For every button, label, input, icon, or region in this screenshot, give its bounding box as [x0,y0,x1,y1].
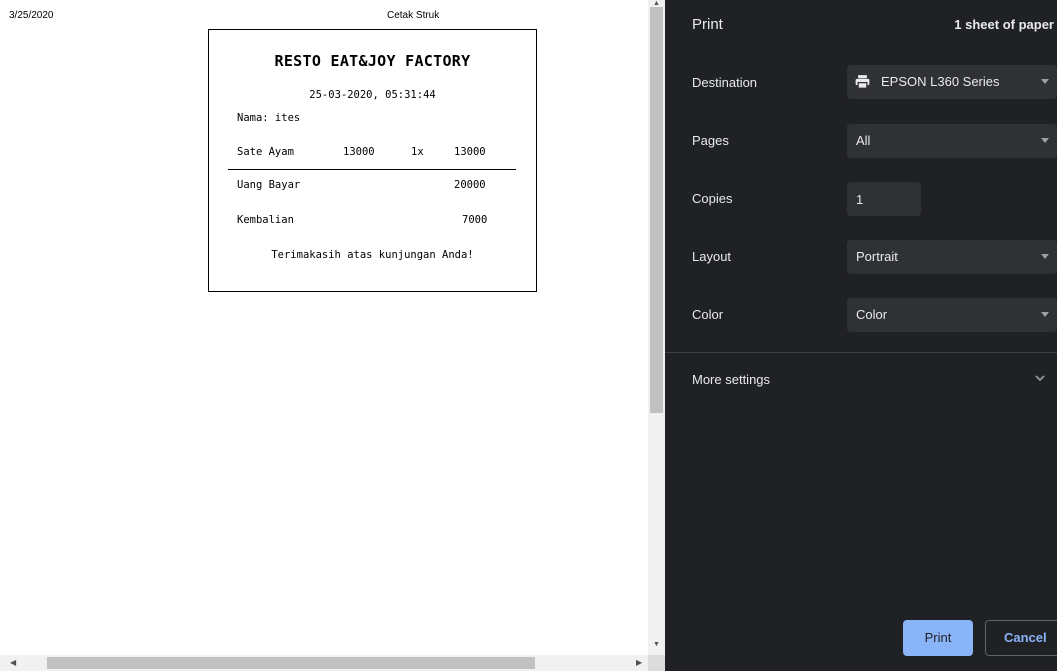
change-value: 7000 [462,214,488,226]
item-total: 13000 [454,146,486,158]
destination-label: Destination [692,75,758,90]
scroll-down-arrow-icon[interactable]: ▼ [653,641,660,648]
item-name: Sate Ayam [237,146,294,158]
color-value: Color [856,307,888,322]
receipt-footer: Terimakasih atas kunjungan Anda! [271,249,474,261]
printer-icon [855,75,870,89]
copies-input[interactable] [847,182,921,216]
pages-value: All [856,133,871,148]
paid-value: 20000 [454,179,486,191]
receipt-change-row: Kembalian 7000 [237,214,516,228]
panel-divider [665,352,1057,353]
cancel-button[interactable]: Cancel [985,620,1057,656]
item-price: 13000 [343,146,375,158]
sheet-count: 1 sheet of paper [954,17,1054,32]
print-settings-panel: Print 1 sheet of paper Destination EPSON… [665,0,1057,671]
scroll-right-arrow-icon[interactable]: ▶ [636,658,642,667]
scroll-left-arrow-icon[interactable]: ◀ [10,658,16,667]
more-settings-toggle[interactable]: More settings [665,362,1057,398]
vertical-scrollbar[interactable]: ▲ ▼ [648,0,665,655]
receipt-paid-row: Uang Bayar 20000 [237,179,516,193]
receipt: RESTO EAT&JOY FACTORY 25-03-2020, 05:31:… [208,29,537,292]
paid-label: Uang Bayar [237,179,301,191]
receipt-item-row: Sate Ayam 13000 1x 13000 [237,146,516,160]
chevron-down-icon [1041,138,1049,143]
pages-label: Pages [692,133,729,148]
chevron-down-icon [1041,254,1049,259]
receipt-divider [228,169,516,170]
print-preview: 3/25/2020 Cetak Struk RESTO EAT&JOY FACT… [0,0,648,655]
pages-select[interactable]: All [847,124,1057,158]
color-select[interactable]: Color [847,298,1057,332]
page-header-title: Cetak Struk [387,10,440,21]
more-settings-label: More settings [692,372,771,387]
scrollbar-corner [648,655,665,671]
page-header-date: 3/25/2020 [9,10,54,21]
receipt-title: RESTO EAT&JOY FACTORY [274,52,471,70]
layout-value: Portrait [856,249,898,264]
destination-value: EPSON L360 Series [881,74,1000,89]
receipt-customer: Nama: ites [237,112,301,124]
chevron-down-icon [1041,312,1049,317]
copies-label: Copies [692,191,733,206]
destination-select[interactable]: EPSON L360 Series [847,65,1057,99]
chevron-down-icon [1041,79,1049,84]
change-label: Kembalian [237,214,294,226]
layout-label: Layout [692,249,732,264]
layout-select[interactable]: Portrait [847,240,1057,274]
horizontal-scroll-thumb[interactable] [47,657,535,669]
copies-field[interactable] [847,182,921,216]
horizontal-scrollbar[interactable]: ◀ ▶ [0,655,648,671]
item-qty: 1x [411,146,424,158]
color-label: Color [692,307,724,322]
vertical-scroll-thumb[interactable] [650,7,663,413]
receipt-datetime: 25-03-2020, 05:31:44 [309,89,436,101]
scroll-up-arrow-icon[interactable]: ▲ [653,0,660,7]
print-button[interactable]: Print [903,620,973,656]
panel-title: Print [692,16,723,33]
expand-chevron-icon [1035,375,1045,382]
